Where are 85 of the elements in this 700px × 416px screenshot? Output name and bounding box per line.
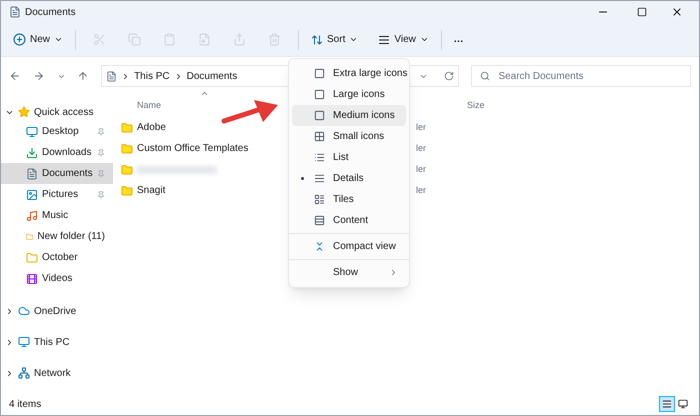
music-icon (26, 210, 38, 222)
tiles-icon (314, 194, 325, 205)
folder-icon (121, 164, 133, 176)
menu-item[interactable]: Medium icons (292, 105, 406, 126)
collapsed-chevron-icon[interactable] (5, 368, 14, 378)
document-icon (9, 6, 21, 18)
sidebar-item[interactable]: Documents (1, 163, 113, 184)
network-icon (18, 367, 30, 379)
new-button[interactable]: New (13, 32, 64, 47)
folder-icon (121, 142, 133, 154)
caret-icon (420, 35, 429, 44)
details-view-button[interactable] (659, 396, 675, 412)
sidebar-item[interactable]: Network (34, 366, 71, 380)
file-type: ler (416, 184, 426, 197)
cloud-icon (18, 305, 30, 317)
sort-button[interactable]: Sort (311, 32, 358, 47)
sidebar-item[interactable]: Downloads (1, 142, 113, 163)
collapsed-chevron-icon[interactable] (5, 306, 14, 316)
search-field[interactable]: Search Documents (471, 65, 692, 87)
sort-caret-icon (200, 89, 209, 98)
search-icon (480, 71, 490, 81)
menu-item[interactable]: Tiles (292, 189, 406, 210)
file-type: ler (416, 162, 426, 176)
up-icon[interactable] (77, 70, 90, 82)
star-icon (18, 106, 30, 118)
document-icon (26, 168, 38, 180)
menu-item[interactable]: Small icons (292, 126, 406, 147)
folder-icon (26, 252, 38, 264)
sort-icon (311, 34, 324, 46)
maximize-icon[interactable] (637, 7, 647, 17)
grid-icon (314, 131, 325, 142)
sidebar-item[interactable]: OneDrive (34, 304, 76, 318)
window-title: Documents (25, 6, 76, 20)
menu-item[interactable]: Extra large icons (292, 63, 406, 84)
file-name[interactable]: Adobe (137, 120, 166, 135)
menu-item[interactable]: Details (292, 168, 406, 189)
sidebar-item[interactable]: New folder (11) (1, 226, 113, 247)
sidebar-item[interactable]: Desktop (1, 121, 113, 142)
lines-icon (662, 399, 672, 409)
download-icon (26, 146, 38, 158)
file-type: ler (416, 120, 426, 134)
list-icon (314, 152, 325, 163)
square-icon (314, 89, 325, 100)
refresh-icon[interactable] (444, 71, 454, 81)
document-icon (106, 70, 118, 82)
file-type: ler (416, 142, 426, 155)
caret-icon (349, 35, 358, 44)
lines-icon (314, 173, 325, 184)
film-icon (26, 272, 38, 284)
more-button[interactable]: ... (454, 32, 464, 47)
sidebar-item[interactable]: Pictures (1, 184, 113, 205)
column-header[interactable]: Size (467, 99, 485, 113)
view-button[interactable]: View (378, 32, 429, 47)
file-name[interactable]: Custom Office Templates (137, 141, 248, 156)
menu-item[interactable]: Content (292, 210, 406, 231)
close-icon[interactable] (671, 6, 683, 18)
monitor-icon (26, 126, 38, 138)
sidebar-item[interactable]: Videos (1, 268, 113, 289)
plus-icon (13, 33, 26, 46)
item-count: 4 items (9, 398, 42, 412)
breadcrumb[interactable]: Documents (186, 68, 238, 84)
folder-icon (121, 184, 133, 196)
monitor-icon (678, 399, 688, 409)
sidebar-item[interactable]: Music (1, 205, 113, 226)
sidebar-item[interactable]: This PC (34, 334, 70, 350)
picture-icon (26, 188, 38, 200)
computer-icon (18, 336, 30, 348)
folder-icon (121, 122, 133, 134)
square-icon (314, 68, 325, 79)
breadcrumb[interactable]: This PC (134, 68, 170, 84)
collapsed-chevron-icon[interactable] (5, 338, 14, 346)
sidebar-item[interactable]: Quick access (34, 104, 94, 120)
square-icon (314, 110, 325, 121)
menu-item[interactable]: Show (292, 262, 406, 283)
caret-icon (54, 35, 64, 44)
back-icon[interactable] (9, 70, 21, 82)
content-icon (314, 215, 325, 226)
menu-item[interactable]: Large icons (292, 84, 406, 105)
compact-icon (314, 241, 325, 252)
menu-item[interactable]: Compact view (292, 236, 406, 257)
sidebar-item[interactable]: October (1, 247, 113, 268)
lines-icon (378, 34, 390, 46)
file-name[interactable]: Snagit (137, 183, 166, 198)
menu-item[interactable]: List (292, 147, 406, 168)
forward-icon[interactable] (32, 70, 44, 82)
